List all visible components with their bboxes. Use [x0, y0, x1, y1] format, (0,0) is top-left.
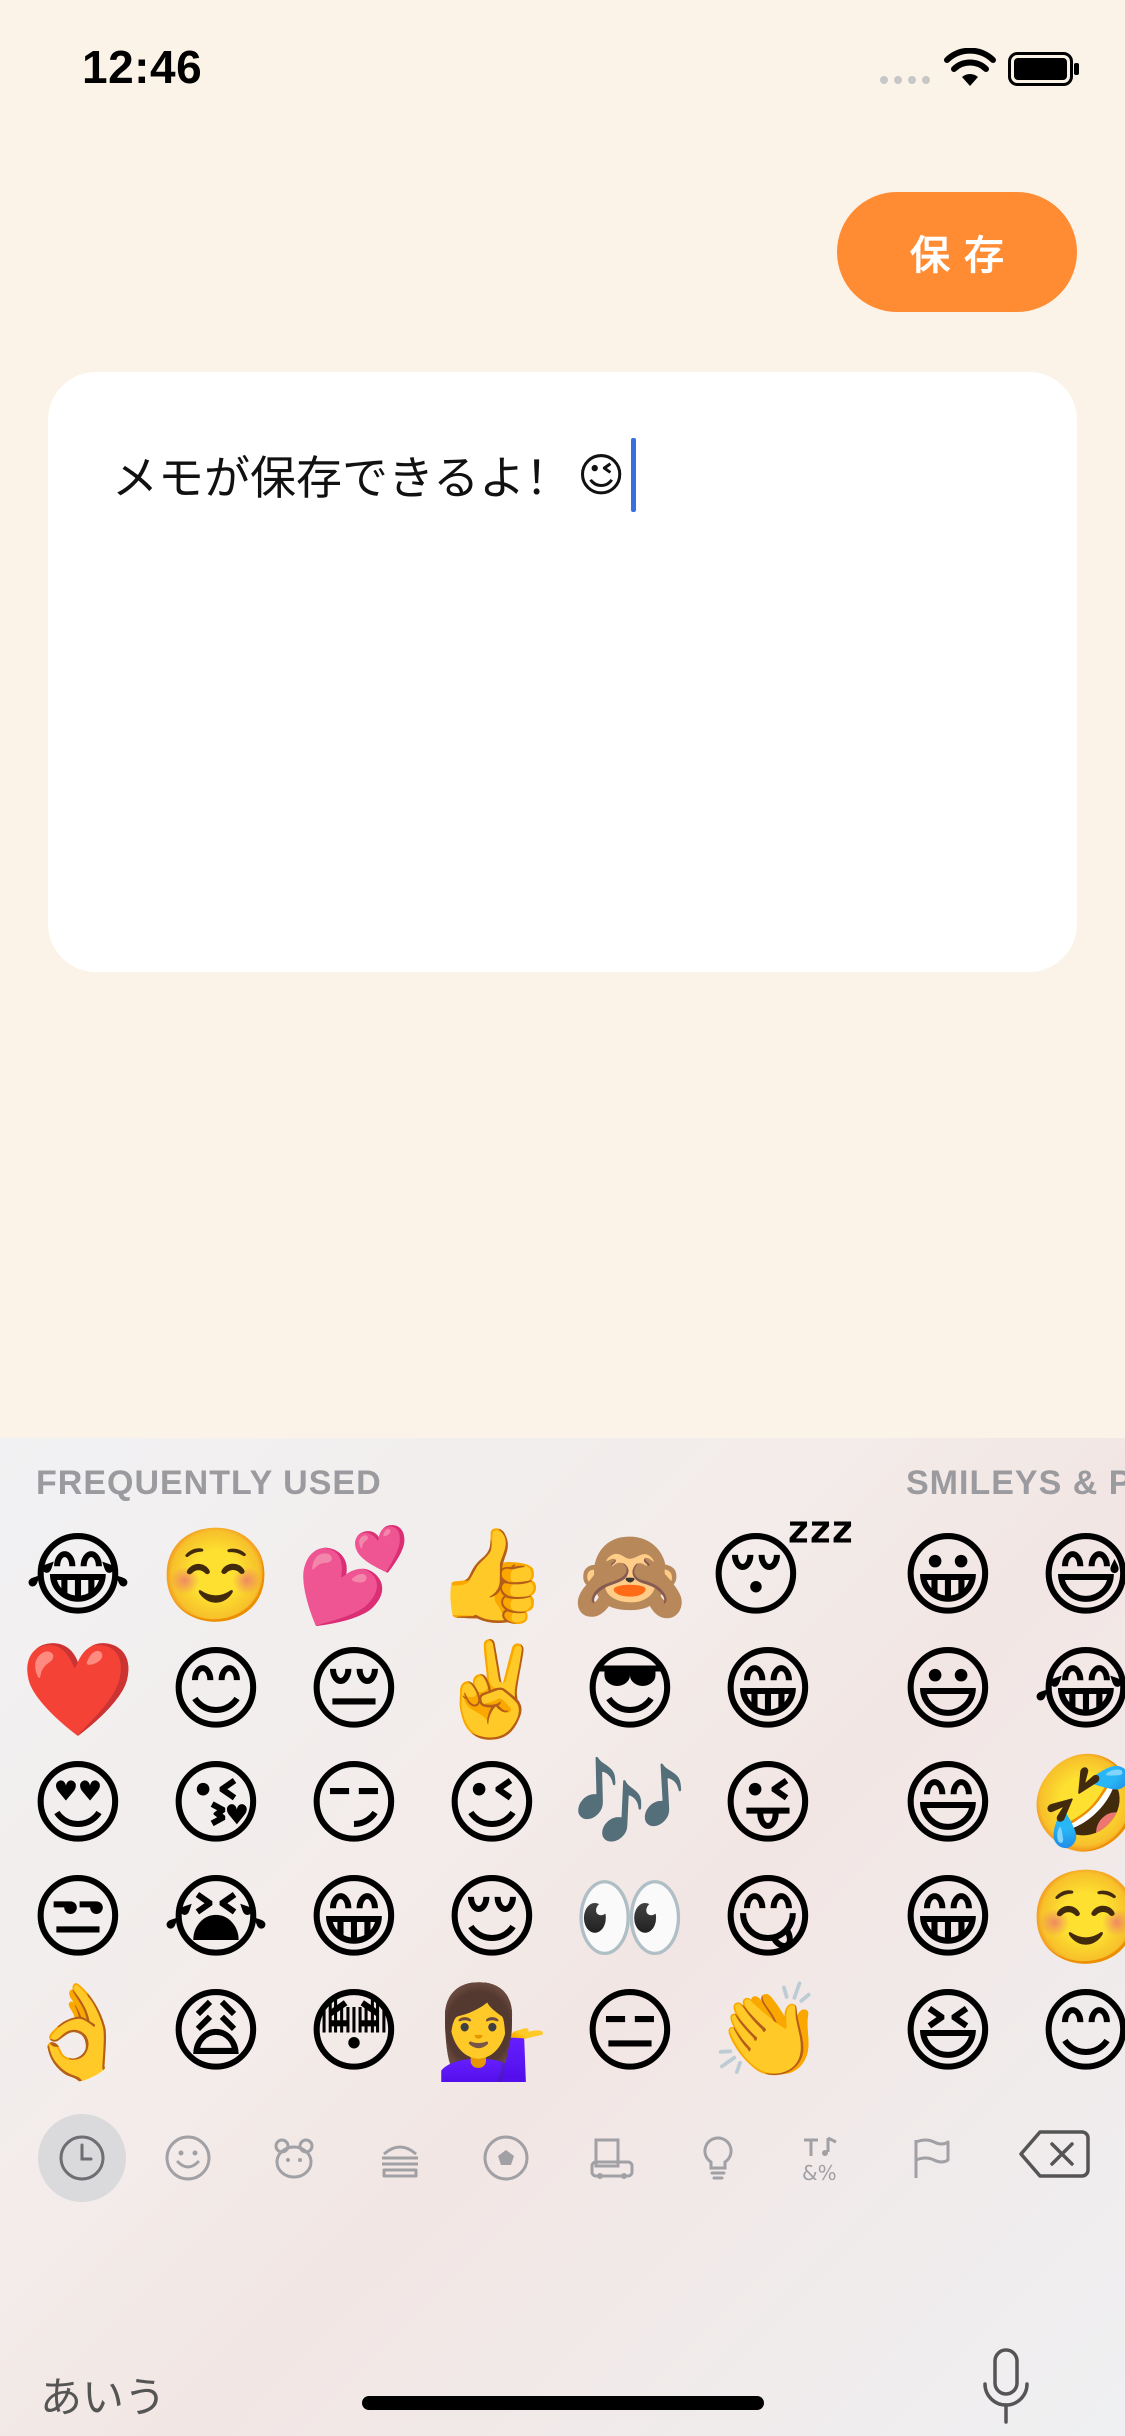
emoji-key[interactable]: 😜 — [708, 1748, 828, 1860]
emoji-key[interactable]: 😋 — [708, 1862, 828, 1974]
objects-icon[interactable] — [674, 2114, 762, 2202]
emoji-key[interactable]: 😁 — [294, 1862, 414, 1974]
emoji-key[interactable]: 😏 — [294, 1748, 414, 1860]
emoji-key[interactable]: 😌 — [432, 1862, 552, 1974]
emoji-key[interactable]: ❤️ — [18, 1634, 138, 1746]
emoji-key[interactable]: 😅 — [1026, 1520, 1125, 1632]
category-bar: &% — [0, 2100, 1125, 2202]
travel-icon[interactable] — [568, 2114, 656, 2202]
flags-icon[interactable] — [886, 2114, 974, 2202]
text-caret — [631, 438, 637, 512]
emoji-key[interactable]: 😴 — [708, 1520, 856, 1632]
delete-icon[interactable] — [1018, 2126, 1090, 2182]
emoji-key[interactable]: 😀 — [888, 1520, 1008, 1632]
emoji-key[interactable]: 😁 — [888, 1862, 1008, 1974]
section-title-smileys: SMILEYS & P — [906, 1464, 1125, 1502]
emoji-key[interactable]: 👍 — [432, 1520, 552, 1632]
emoji-key[interactable]: 😄 — [888, 1748, 1008, 1860]
animal-icon[interactable] — [250, 2114, 338, 2202]
memo-emoji: 😉 — [577, 448, 626, 502]
emoji-key[interactable]: 😳 — [294, 1976, 414, 2088]
emoji-key[interactable]: 😆 — [888, 1976, 1008, 2088]
emoji-key[interactable]: 😭 — [156, 1862, 276, 1974]
emoji-key[interactable]: 😉 — [432, 1748, 552, 1860]
emoji-key[interactable]: 😊 — [156, 1634, 276, 1746]
memo-text-area[interactable]: メモが保存できるよ！ 😉 — [48, 372, 1077, 972]
status-bar: 12:46 — [0, 0, 1125, 130]
emoji-key[interactable]: 🎶 — [570, 1748, 690, 1860]
input-mode-switch[interactable]: あいう — [40, 2364, 166, 2425]
smiley-icon[interactable] — [144, 2114, 232, 2202]
microphone-icon[interactable] — [980, 2348, 1032, 2428]
status-time: 12:46 — [82, 41, 203, 93]
emoji-key[interactable]: ✌️ — [432, 1634, 552, 1746]
emoji-key[interactable]: 😎 — [570, 1634, 690, 1746]
sports-icon[interactable] — [462, 2114, 550, 2202]
symbols-icon[interactable]: &% — [780, 2114, 868, 2202]
emoji-key[interactable]: 🤣 — [1026, 1748, 1125, 1860]
emoji-key[interactable]: 😂 — [18, 1520, 138, 1632]
emoji-key[interactable]: ☺️ — [1026, 1862, 1125, 1974]
emoji-key[interactable]: 😃 — [888, 1634, 1008, 1746]
save-button[interactable]: 保存 — [837, 192, 1077, 312]
emoji-key[interactable]: 👀 — [570, 1862, 690, 1974]
emoji-key[interactable]: 😊 — [1026, 1976, 1125, 2088]
emoji-key[interactable]: 😑 — [570, 1976, 690, 2088]
emoji-key[interactable]: 💁‍♀️ — [432, 1976, 552, 2088]
memo-content: メモが保存できるよ！ 😉 — [112, 438, 637, 512]
emoji-key[interactable]: 😂 — [1026, 1634, 1125, 1746]
emoji-key[interactable]: 💕 — [294, 1520, 414, 1632]
emoji-key[interactable]: 😒 — [18, 1862, 138, 1974]
emoji-key[interactable]: 😘 — [156, 1748, 276, 1860]
signal-icon — [880, 76, 932, 84]
emoji-key[interactable]: 😍 — [18, 1748, 138, 1860]
emoji-key[interactable]: 😔 — [294, 1634, 414, 1746]
emoji-key[interactable]: ☺️ — [156, 1520, 276, 1632]
recent-icon[interactable] — [38, 2114, 126, 2202]
emoji-key[interactable]: 😁 — [708, 1634, 828, 1746]
home-indicator — [362, 2396, 764, 2410]
emoji-key[interactable]: 👌 — [18, 1976, 138, 2088]
wifi-icon — [944, 48, 996, 86]
emoji-key[interactable]: 😩 — [156, 1976, 276, 2088]
section-title-frequently-used: FREQUENTLY USED — [36, 1464, 382, 1502]
food-icon[interactable] — [356, 2114, 444, 2202]
battery-icon — [1008, 52, 1079, 86]
emoji-grid: 😂 ☺️ 💕 👍 🙈 😴 ❤️ 😊 😔 ✌️ 😎 😁 😍 😘 😏 😉 🎶 😜 😒 😭 😁 😌 👀 😋 👌 😩 😳 💁‍♀️ 😑 👏 😀 😅 😃 😂… — [0, 1520, 1125, 2090]
memo-text: メモが保存できるよ！ — [112, 451, 572, 505]
emoji-key[interactable]: 👏 — [708, 1976, 828, 2088]
emoji-keyboard: FREQUENTLY USED SMILEYS & P 😂 ☺️ 💕 👍 🙈 😴 ❤️ 😊 😔 ✌… — [0, 1438, 1125, 2436]
svg-text:&%: &% — [802, 2161, 837, 2184]
emoji-key[interactable]: 🙈 — [570, 1520, 690, 1632]
